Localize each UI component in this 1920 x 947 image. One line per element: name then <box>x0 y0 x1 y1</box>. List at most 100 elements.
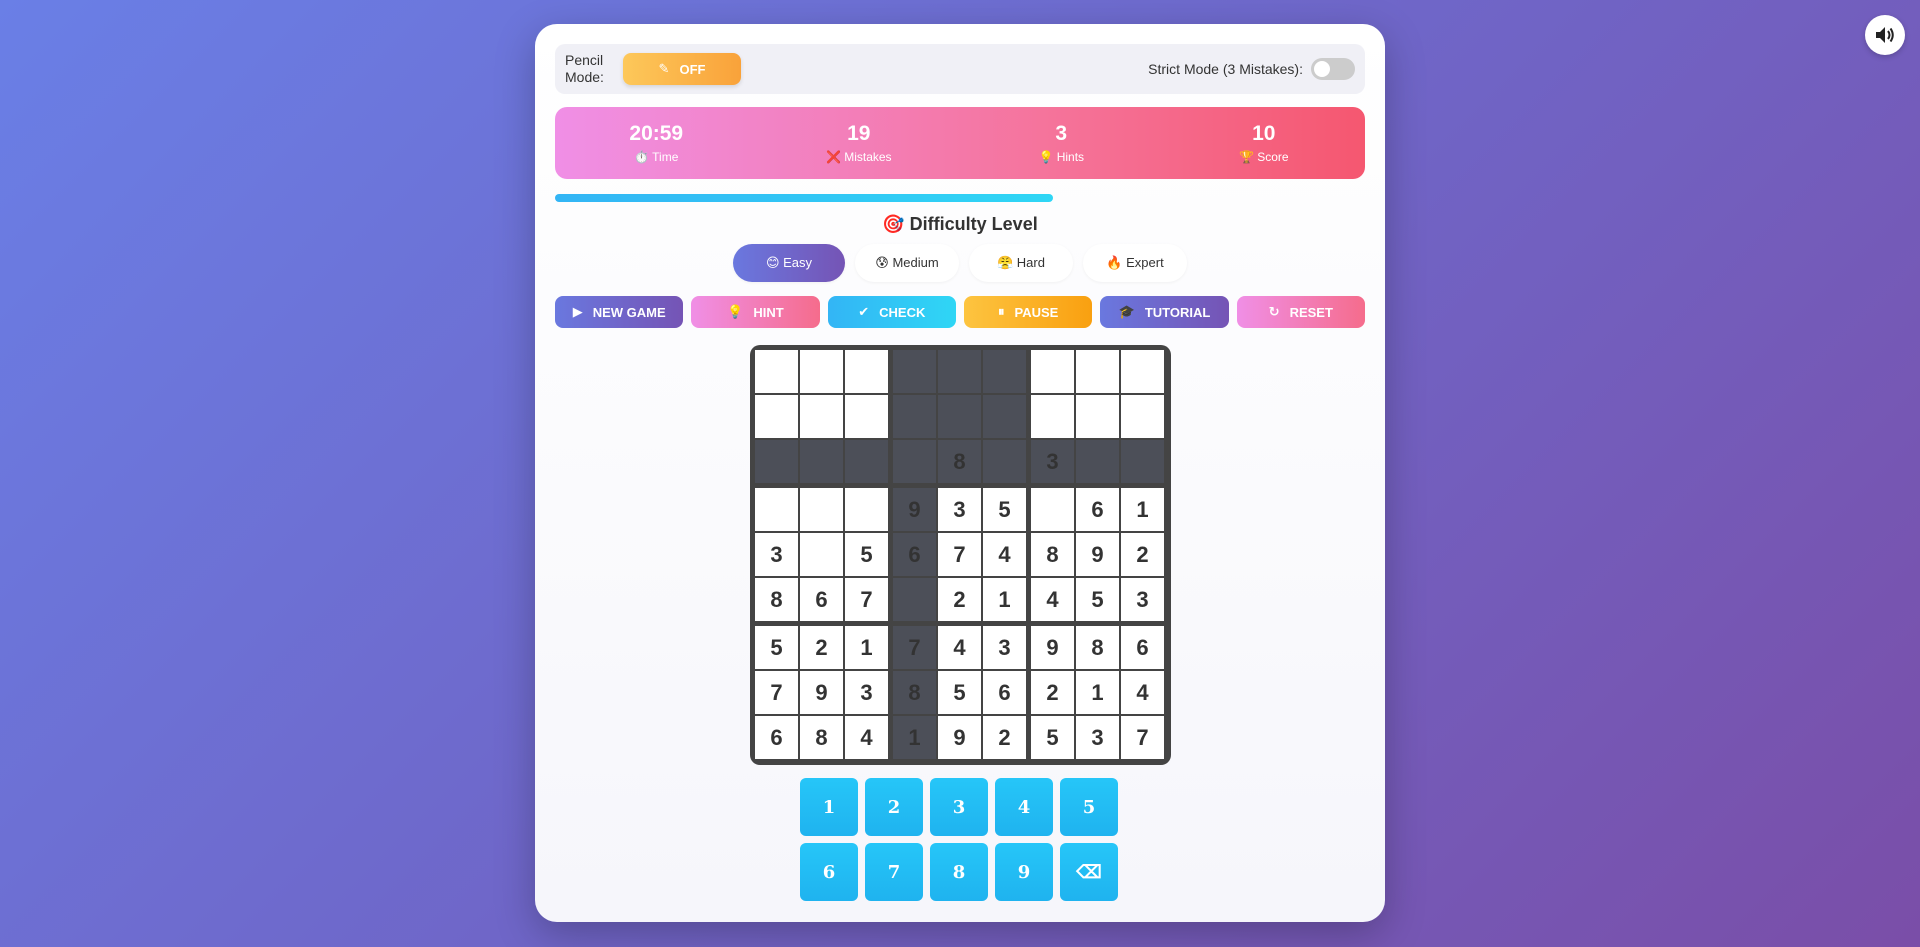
sudoku-cell[interactable]: 8 <box>1076 626 1119 669</box>
sudoku-cell[interactable] <box>1121 395 1164 438</box>
number-button-6[interactable]: 6 <box>800 843 858 901</box>
sudoku-cell[interactable] <box>800 440 843 483</box>
number-button-9[interactable]: 9 <box>995 843 1053 901</box>
sudoku-cell[interactable]: 5 <box>938 671 981 714</box>
sudoku-cell[interactable]: 9 <box>800 671 843 714</box>
sudoku-cell[interactable]: 3 <box>845 671 888 714</box>
sudoku-cell[interactable] <box>1076 395 1119 438</box>
sudoku-cell[interactable]: 8 <box>755 578 798 621</box>
sudoku-cell[interactable]: 3 <box>938 488 981 531</box>
sudoku-cell[interactable]: 2 <box>1031 671 1074 714</box>
sudoku-cell[interactable] <box>893 395 936 438</box>
sudoku-cell[interactable]: 2 <box>983 716 1026 759</box>
sudoku-cell[interactable]: 8 <box>800 716 843 759</box>
sudoku-cell[interactable] <box>983 440 1026 483</box>
erase-button[interactable]: ⌫ <box>1060 843 1118 901</box>
sudoku-cell[interactable]: 2 <box>800 626 843 669</box>
sudoku-cell[interactable]: 4 <box>938 626 981 669</box>
sudoku-cell[interactable]: 6 <box>755 716 798 759</box>
sudoku-cell[interactable]: 8 <box>893 671 936 714</box>
sudoku-cell[interactable]: 4 <box>1031 578 1074 621</box>
sudoku-cell[interactable] <box>1076 350 1119 393</box>
sudoku-cell[interactable] <box>1121 350 1164 393</box>
number-button-4[interactable]: 4 <box>995 778 1053 836</box>
tutorial-button[interactable]: 🎓 TUTORIAL <box>1100 296 1229 328</box>
sudoku-cell[interactable] <box>755 440 798 483</box>
number-button-2[interactable]: 2 <box>865 778 923 836</box>
sudoku-cell[interactable] <box>800 395 843 438</box>
sudoku-cell[interactable] <box>800 488 843 531</box>
sudoku-cell[interactable]: 1 <box>845 626 888 669</box>
sudoku-cell[interactable] <box>893 578 936 621</box>
difficulty-expert-button[interactable]: 🔥 Expert <box>1083 244 1187 282</box>
pause-button[interactable]: ⏸ PAUSE <box>963 296 1093 328</box>
sudoku-cell[interactable]: 9 <box>1076 533 1119 576</box>
sudoku-cell[interactable]: 2 <box>1121 533 1164 576</box>
sudoku-cell[interactable] <box>845 395 888 438</box>
sudoku-cell[interactable] <box>983 395 1026 438</box>
sudoku-cell[interactable]: 3 <box>1031 440 1074 483</box>
sudoku-cell[interactable] <box>938 350 981 393</box>
sudoku-cell[interactable] <box>938 395 981 438</box>
sudoku-cell[interactable] <box>1076 440 1119 483</box>
sudoku-cell[interactable]: 1 <box>1121 488 1164 531</box>
new-game-button[interactable]: ▶ NEW GAME <box>555 296 684 328</box>
sudoku-cell[interactable]: 9 <box>1031 626 1074 669</box>
sudoku-cell[interactable]: 6 <box>983 671 1026 714</box>
sudoku-cell[interactable]: 2 <box>938 578 981 621</box>
sudoku-cell[interactable]: 6 <box>893 533 936 576</box>
sudoku-cell[interactable] <box>1031 350 1074 393</box>
sudoku-cell[interactable]: 7 <box>845 578 888 621</box>
number-button-5[interactable]: 5 <box>1060 778 1118 836</box>
number-button-7[interactable]: 7 <box>865 843 923 901</box>
sudoku-cell[interactable] <box>1031 488 1074 531</box>
sudoku-cell[interactable]: 9 <box>938 716 981 759</box>
sudoku-cell[interactable]: 3 <box>1076 716 1119 759</box>
sudoku-cell[interactable] <box>845 440 888 483</box>
difficulty-hard-button[interactable]: 😤 Hard <box>969 244 1073 282</box>
sudoku-cell[interactable] <box>983 350 1026 393</box>
sudoku-cell[interactable] <box>1121 440 1164 483</box>
sudoku-cell[interactable]: 7 <box>893 626 936 669</box>
sudoku-cell[interactable]: 6 <box>1121 626 1164 669</box>
sound-toggle-button[interactable] <box>1865 15 1905 55</box>
sudoku-cell[interactable]: 1 <box>893 716 936 759</box>
sudoku-cell[interactable]: 7 <box>755 671 798 714</box>
sudoku-cell[interactable]: 9 <box>893 488 936 531</box>
sudoku-cell[interactable]: 3 <box>1121 578 1164 621</box>
sudoku-cell[interactable]: 1 <box>1076 671 1119 714</box>
sudoku-cell[interactable]: 4 <box>1121 671 1164 714</box>
sudoku-cell[interactable]: 3 <box>983 626 1026 669</box>
number-button-1[interactable]: 1 <box>800 778 858 836</box>
sudoku-cell[interactable] <box>845 350 888 393</box>
sudoku-cell[interactable]: 5 <box>1031 716 1074 759</box>
sudoku-cell[interactable]: 4 <box>983 533 1026 576</box>
difficulty-easy-button[interactable]: 😊 Easy <box>733 244 845 282</box>
reset-button[interactable]: ↻ RESET <box>1236 296 1365 328</box>
sudoku-cell[interactable]: 5 <box>983 488 1026 531</box>
sudoku-cell[interactable] <box>845 488 888 531</box>
sudoku-cell[interactable] <box>755 395 798 438</box>
sudoku-cell[interactable]: 8 <box>1031 533 1074 576</box>
sudoku-cell[interactable] <box>755 350 798 393</box>
check-button[interactable]: ✔ CHECK <box>827 296 956 328</box>
sudoku-cell[interactable]: 8 <box>938 440 981 483</box>
sudoku-cell[interactable] <box>893 440 936 483</box>
sudoku-cell[interactable]: 5 <box>845 533 888 576</box>
sudoku-cell[interactable]: 6 <box>800 578 843 621</box>
sudoku-cell[interactable]: 5 <box>1076 578 1119 621</box>
sudoku-cell[interactable] <box>1031 395 1074 438</box>
sudoku-cell[interactable] <box>755 488 798 531</box>
sudoku-cell[interactable]: 7 <box>1121 716 1164 759</box>
sudoku-cell[interactable]: 3 <box>755 533 798 576</box>
sudoku-cell[interactable]: 4 <box>845 716 888 759</box>
difficulty-medium-button[interactable]: 😰 Medium <box>855 244 959 282</box>
sudoku-cell[interactable] <box>893 350 936 393</box>
strict-mode-toggle[interactable] <box>1311 58 1355 80</box>
sudoku-cell[interactable] <box>800 350 843 393</box>
number-button-8[interactable]: 8 <box>930 843 988 901</box>
number-button-3[interactable]: 3 <box>930 778 988 836</box>
sudoku-cell[interactable]: 7 <box>938 533 981 576</box>
hint-button[interactable]: 💡 HINT <box>691 296 820 328</box>
sudoku-cell[interactable]: 1 <box>983 578 1026 621</box>
